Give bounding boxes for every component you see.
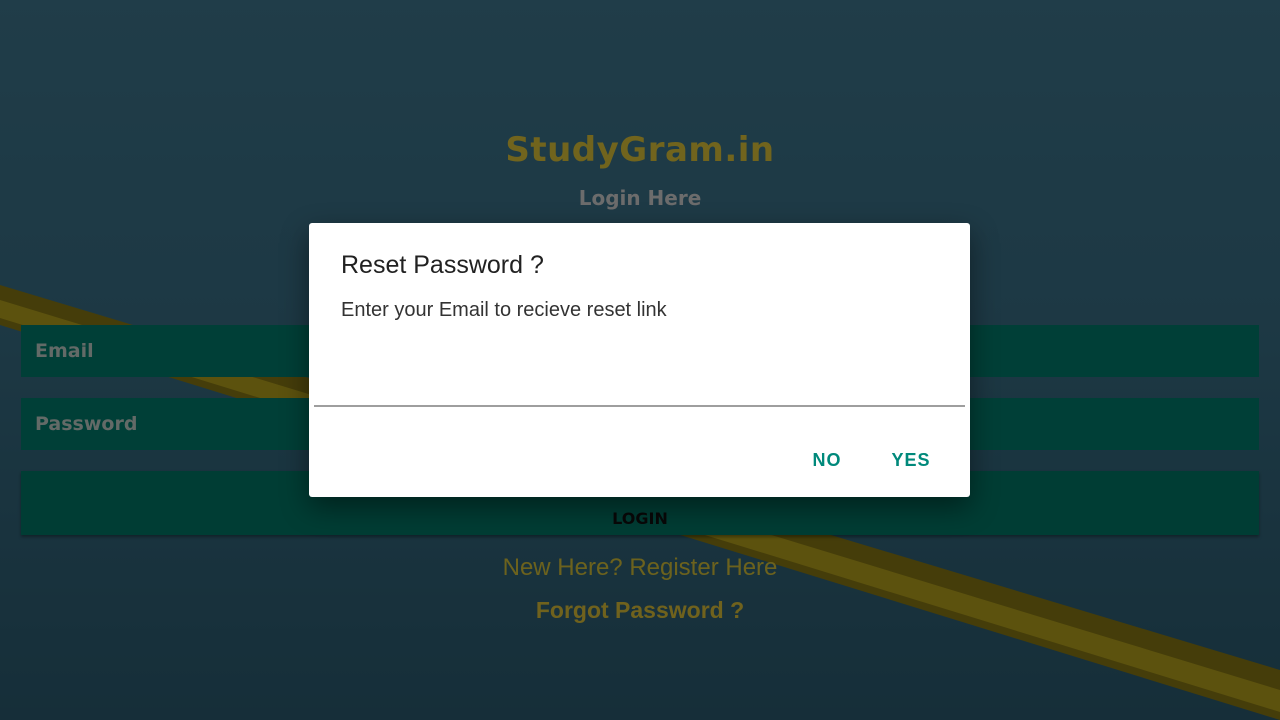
yes-button[interactable]: YES	[887, 445, 935, 475]
no-button[interactable]: NO	[803, 445, 851, 475]
dialog-message: Enter your Email to recieve reset link	[341, 299, 667, 321]
reset-email-input[interactable]	[314, 363, 965, 407]
reset-password-dialog: Reset Password ? Enter your Email to rec…	[309, 223, 970, 497]
dialog-title: Reset Password ?	[341, 251, 544, 279]
login-screen: StudyGram.in Login Here Email Password L…	[0, 0, 1280, 720]
